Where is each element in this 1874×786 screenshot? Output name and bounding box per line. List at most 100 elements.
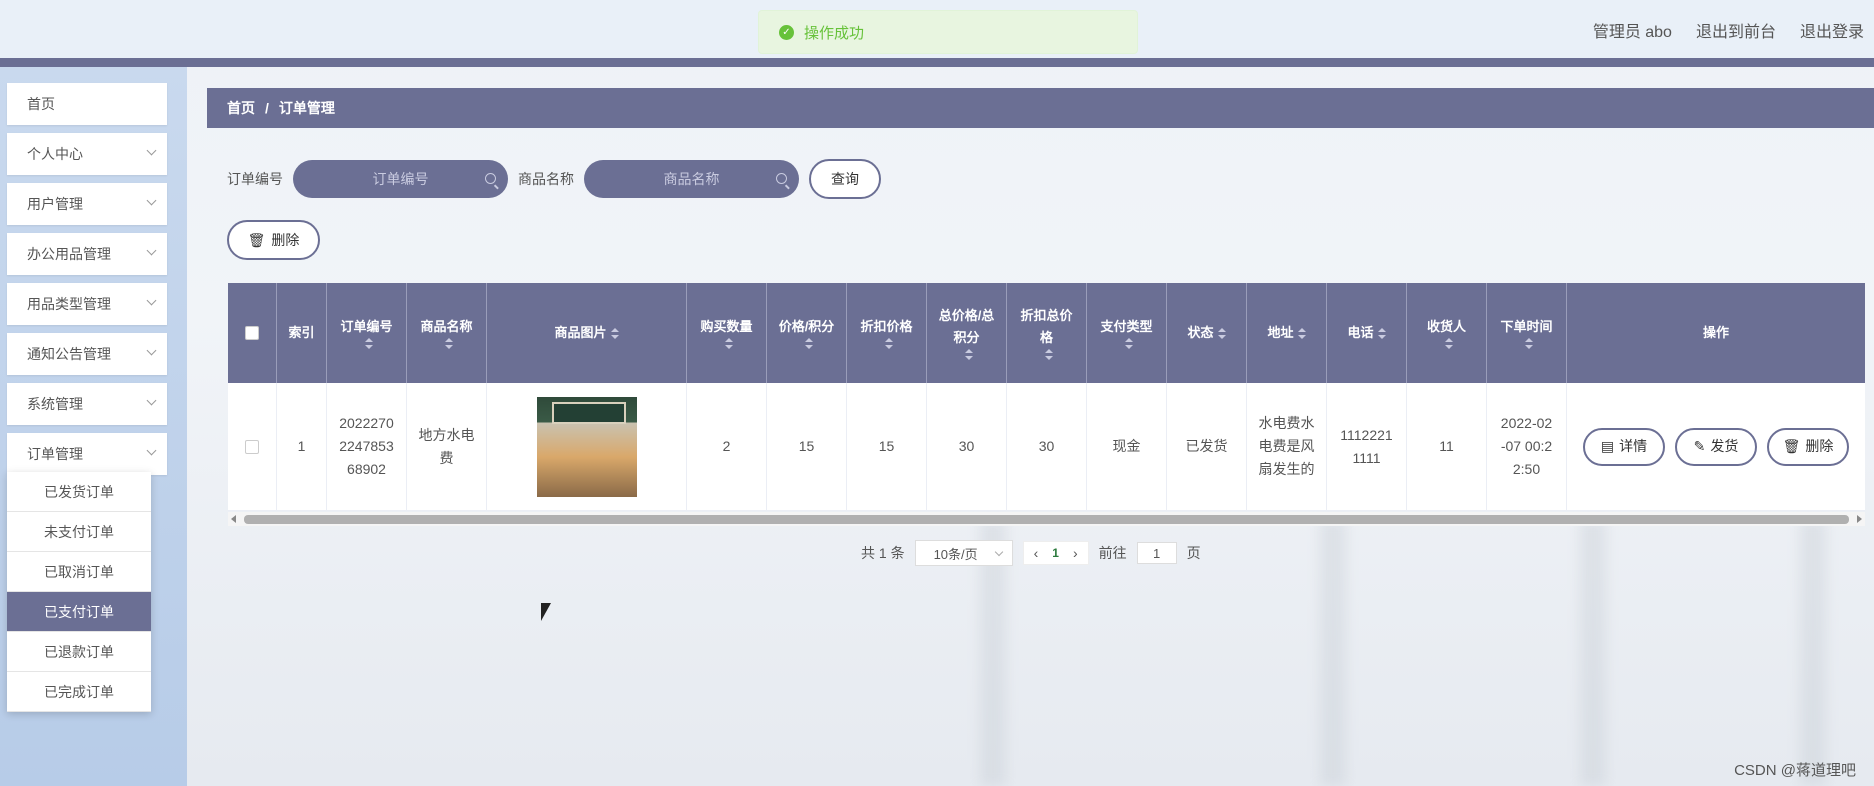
- header-product-name[interactable]: 商品名称: [407, 283, 487, 383]
- sidebar-item-label: 系统管理: [27, 396, 83, 412]
- header-status[interactable]: 状态: [1167, 283, 1247, 383]
- sidebar-item-notices[interactable]: 通知公告管理: [7, 333, 167, 375]
- sidebar-item-users[interactable]: 用户管理: [7, 183, 167, 225]
- header-order-no[interactable]: 订单编号: [327, 283, 407, 383]
- total-count: 共 1 条: [861, 545, 905, 561]
- admin-label: 管理员 abo: [1592, 24, 1672, 41]
- row-delete-button-label: 删除: [1805, 438, 1834, 454]
- sidebar-item-system[interactable]: 系统管理: [7, 383, 167, 425]
- chevron-down-icon: [146, 195, 157, 206]
- sidebar-item-personal[interactable]: 个人中心: [7, 133, 167, 175]
- checkbox[interactable]: [245, 439, 259, 454]
- sort-icon: [1524, 338, 1533, 350]
- sort-icon: [1377, 327, 1386, 340]
- submenu-item-cancelled[interactable]: 已取消订单: [7, 552, 151, 592]
- product-name-placeholder: 商品名称: [663, 171, 720, 187]
- chevron-down-icon: [146, 295, 157, 306]
- pager: ‹ 1 ›: [1022, 541, 1089, 565]
- sidebar-item-label: 订单管理: [27, 446, 83, 462]
- scrollbar-thumb[interactable]: [244, 515, 1849, 524]
- horizontal-scrollbar[interactable]: [228, 512, 1865, 526]
- delete-button-label: 删除: [271, 232, 300, 248]
- breadcrumb-separator: /: [265, 100, 269, 116]
- scroll-left-icon[interactable]: [231, 515, 236, 523]
- sidebar-item-orders[interactable]: 订单管理: [7, 433, 167, 475]
- query-button[interactable]: 查询: [809, 159, 881, 199]
- delete-button[interactable]: 🗑 删除: [227, 220, 320, 260]
- goto-page-input[interactable]: 1: [1136, 542, 1177, 564]
- order-no-input[interactable]: 订单编号: [293, 160, 508, 198]
- header-actions: 操作: [1702, 325, 1729, 340]
- sort-icon: [1444, 338, 1453, 350]
- header-product-image[interactable]: 商品图片: [487, 283, 687, 383]
- ship-button[interactable]: ✎ 发货: [1675, 427, 1757, 466]
- submenu-item-refunded[interactable]: 已退款订单: [7, 632, 151, 672]
- header-pay-type[interactable]: 支付类型: [1087, 283, 1167, 383]
- page-suffix: 页: [1186, 545, 1201, 561]
- breadcrumb-home[interactable]: 首页: [227, 98, 255, 118]
- background-pillar: [1580, 520, 1606, 786]
- cell-price: 15: [767, 383, 847, 510]
- sidebar-item-label: 个人中心: [27, 146, 83, 162]
- cell-phone: 1112221 1111: [1327, 383, 1407, 510]
- sort-icon: [610, 327, 619, 340]
- checkbox[interactable]: [245, 326, 259, 340]
- chevron-down-icon: [146, 145, 157, 156]
- sidebar-item-label: 办公用品管理: [27, 246, 111, 262]
- detail-button-label: 详情: [1619, 438, 1648, 454]
- product-thumbnail[interactable]: [536, 396, 637, 497]
- document-icon: ▤: [1600, 438, 1615, 454]
- cell-order-time: 2022-02 -07 00:2 2:50: [1487, 383, 1567, 510]
- cell-quantity: 2: [687, 383, 767, 510]
- submenu-item-paid[interactable]: 已支付订单: [7, 592, 151, 632]
- header-user-area: 管理员 abo 退出到前台 退出登录: [1593, 18, 1864, 42]
- chevron-down-icon: [146, 245, 157, 256]
- next-page-icon[interactable]: ›: [1073, 545, 1078, 561]
- cell-order-no: 2022270 2247853 68902: [327, 383, 407, 510]
- header-quantity[interactable]: 购买数量: [687, 283, 767, 383]
- header-select-all[interactable]: [228, 283, 277, 383]
- sort-icon: [1124, 338, 1133, 350]
- product-name-input[interactable]: 商品名称: [584, 160, 799, 198]
- scroll-right-icon[interactable]: [1857, 515, 1862, 523]
- header-price[interactable]: 价格/积分: [767, 283, 847, 383]
- header-order-time[interactable]: 下单时间: [1487, 283, 1567, 383]
- page-size-select[interactable]: 10条/页: [914, 540, 1013, 566]
- sidebar-item-label: 用品类型管理: [27, 296, 111, 312]
- row-select[interactable]: [228, 383, 277, 510]
- sidebar-item-supply-types[interactable]: 用品类型管理: [7, 283, 167, 325]
- header-total[interactable]: 总价格/总积分: [927, 283, 1007, 383]
- detail-button[interactable]: ▤ 详情: [1583, 427, 1665, 466]
- pagination: 共 1 条 10条/页 ‹ 1 › 前往 1 页: [861, 540, 1201, 566]
- row-delete-button[interactable]: 🗑 删除: [1767, 427, 1849, 466]
- header-discount-price[interactable]: 折扣价格: [847, 283, 927, 383]
- sidebar-item-office-supplies[interactable]: 办公用品管理: [7, 233, 167, 275]
- logout-link[interactable]: 退出登录: [1800, 18, 1864, 42]
- submenu-item-completed[interactable]: 已完成订单: [7, 672, 151, 712]
- submenu-item-shipped[interactable]: 已发货订单: [7, 472, 151, 512]
- sort-icon: [1297, 327, 1306, 340]
- cell-index: 1: [277, 383, 327, 510]
- edit-icon: ✎: [1693, 438, 1706, 454]
- check-circle-icon: ✓: [779, 24, 794, 40]
- sidebar-item-home[interactable]: 首页: [7, 83, 167, 125]
- background-pillar: [1800, 520, 1826, 786]
- header-receiver[interactable]: 收货人: [1407, 283, 1487, 383]
- order-no-placeholder: 订单编号: [372, 171, 429, 187]
- chevron-down-icon: [146, 445, 157, 456]
- header-phone[interactable]: 电话: [1327, 283, 1407, 383]
- goto-label: 前往: [1098, 545, 1127, 561]
- exit-to-front-link[interactable]: 退出到前台: [1696, 18, 1776, 42]
- sort-icon: [804, 338, 813, 350]
- ship-button-label: 发货: [1710, 438, 1739, 454]
- header-discount-total[interactable]: 折扣总价格: [1007, 283, 1087, 383]
- prev-page-icon[interactable]: ‹: [1034, 545, 1039, 561]
- sort-icon: [444, 338, 453, 350]
- current-page[interactable]: 1: [1052, 546, 1059, 560]
- cell-total: 30: [927, 383, 1007, 510]
- sort-icon: [884, 338, 893, 350]
- header-address[interactable]: 地址: [1247, 283, 1327, 383]
- submenu-item-unpaid[interactable]: 未支付订单: [7, 512, 151, 552]
- sort-icon: [1044, 349, 1053, 361]
- watermark: CSDN @蒋道理吧: [1734, 762, 1856, 779]
